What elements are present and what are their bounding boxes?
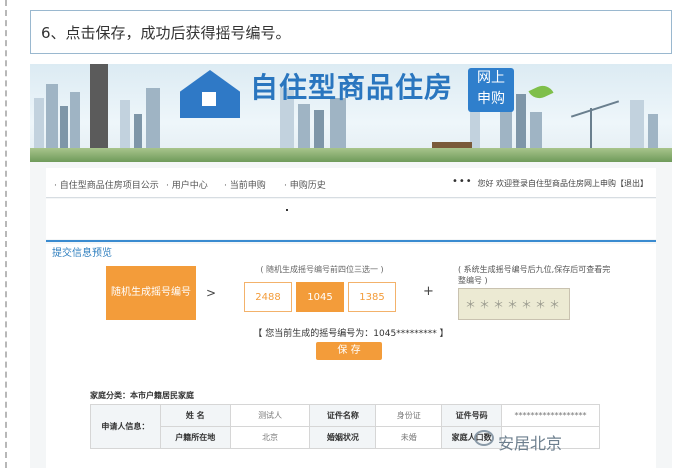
riverbank bbox=[30, 148, 672, 162]
applicant-label: 申请人信息： bbox=[90, 404, 161, 449]
hukou-value: 北京 bbox=[229, 426, 311, 449]
nav-item-label: 当前申购 bbox=[229, 181, 266, 191]
nav-item-label: 申购历史 bbox=[289, 181, 326, 191]
step-caption-box: 6、点击保存，成功后获得摇号编号。 bbox=[30, 10, 672, 54]
preview-section: 提交信息预览 随机生成摇号编号 > ( 随机生成摇号编号前四位三选一 ) 248… bbox=[46, 244, 656, 468]
watermark-text: 安居北京 bbox=[498, 434, 563, 453]
marital-label: 婚姻状况 bbox=[309, 426, 377, 449]
candidate-option[interactable]: 1385 bbox=[348, 282, 396, 312]
skyline-building bbox=[70, 92, 80, 150]
wechat-icon bbox=[474, 430, 494, 446]
system-note: ( 系统生成摇号编号后九位,保存后可查看完整编号 ) bbox=[458, 265, 611, 285]
nav-item-user-center[interactable]: · 用户中心 bbox=[166, 178, 208, 191]
nav-bar: · 自住型商品住房项目公示 · 用户中心 · 当前申购 · 申购历史 ••• 您… bbox=[46, 168, 656, 198]
step-caption: 6、点击保存，成功后获得摇号编号。 bbox=[41, 24, 291, 42]
hukou-label: 户籍所在地 bbox=[159, 426, 231, 449]
candidate-option-selected[interactable]: 1045 bbox=[296, 282, 344, 312]
nav-item-project-list[interactable]: · 自住型商品住房项目公示 bbox=[54, 178, 159, 191]
masked-suffix-box: ＊＊＊＊＊＊＊ bbox=[458, 288, 570, 320]
banner-badge: 网上 申购 bbox=[468, 68, 514, 112]
website-screenshot: 自住型商品住房 网上 申购 · 自住型商品住房项目公示 · 用户中心 · 当前申… bbox=[30, 64, 672, 468]
badge-line1: 网上 bbox=[477, 70, 505, 86]
nav-item-history[interactable]: · 申购历史 bbox=[284, 178, 326, 191]
skyline-building bbox=[530, 112, 542, 150]
site-banner: 自住型商品住房 网上 申购 bbox=[30, 64, 672, 162]
save-button[interactable]: 保 存 bbox=[316, 342, 382, 360]
family-category: 家庭分类：本市户籍居民家庭 bbox=[90, 391, 194, 400]
nav-item-label: 自住型商品住房项目公示 bbox=[59, 181, 159, 191]
badge-line2: 申购 bbox=[477, 91, 505, 107]
skyline-building bbox=[134, 114, 142, 150]
dashed-margin bbox=[5, 0, 7, 468]
skyline-building bbox=[298, 104, 310, 150]
nav-dots: ••• bbox=[452, 176, 473, 187]
id-number-value: ****************** bbox=[501, 404, 600, 427]
crane-arm bbox=[570, 100, 620, 118]
candidates-label: ( 随机生成摇号编号前四位三选一 ) bbox=[260, 265, 384, 274]
id-number-label: 证件号码 bbox=[441, 404, 503, 427]
name-label: 姓 名 bbox=[159, 404, 231, 427]
section-divider bbox=[46, 240, 656, 242]
current-number-text: 【 您当前生成的摇号编号为：1045********* 】 bbox=[253, 329, 449, 339]
banner-title: 自住型商品住房 bbox=[250, 71, 454, 104]
skyline-building bbox=[46, 84, 58, 150]
candidate-option[interactable]: 2488 bbox=[244, 282, 292, 312]
plus-icon: + bbox=[423, 284, 434, 299]
nav-item-current-apply[interactable]: · 当前申购 bbox=[224, 178, 266, 191]
dot bbox=[286, 209, 288, 211]
blank-area bbox=[46, 199, 656, 239]
crane bbox=[590, 108, 592, 148]
skyline-building bbox=[146, 88, 160, 150]
skyline-building bbox=[314, 110, 324, 150]
leaf-icon bbox=[528, 81, 554, 103]
name-value: 测试人 bbox=[229, 404, 311, 427]
skyline-building bbox=[60, 106, 68, 150]
section-title: 提交信息预览 bbox=[52, 248, 112, 259]
nav-item-label: 用户中心 bbox=[171, 181, 208, 191]
id-type-value: 身份证 bbox=[375, 404, 443, 427]
house-window bbox=[202, 92, 216, 106]
marital-value: 未婚 bbox=[375, 426, 443, 449]
id-type-label: 证件名称 bbox=[309, 404, 377, 427]
skyline-building bbox=[120, 100, 130, 150]
skyline-building bbox=[630, 100, 644, 150]
skyline-building bbox=[34, 98, 44, 150]
skyline-building bbox=[516, 94, 526, 150]
welcome-text[interactable]: 您好 欢迎登录自住型商品住房网上申购【退出】 bbox=[477, 178, 648, 189]
table-row: 申请人信息： 姓 名 测试人 证件名称 身份证 证件号码 ***********… bbox=[90, 404, 600, 449]
arrow-icon: > bbox=[206, 286, 217, 300]
generate-number-button[interactable]: 随机生成摇号编号 bbox=[106, 266, 196, 320]
skyline-building bbox=[648, 114, 658, 150]
banner-title-wrap: 自住型商品住房 bbox=[250, 66, 453, 106]
